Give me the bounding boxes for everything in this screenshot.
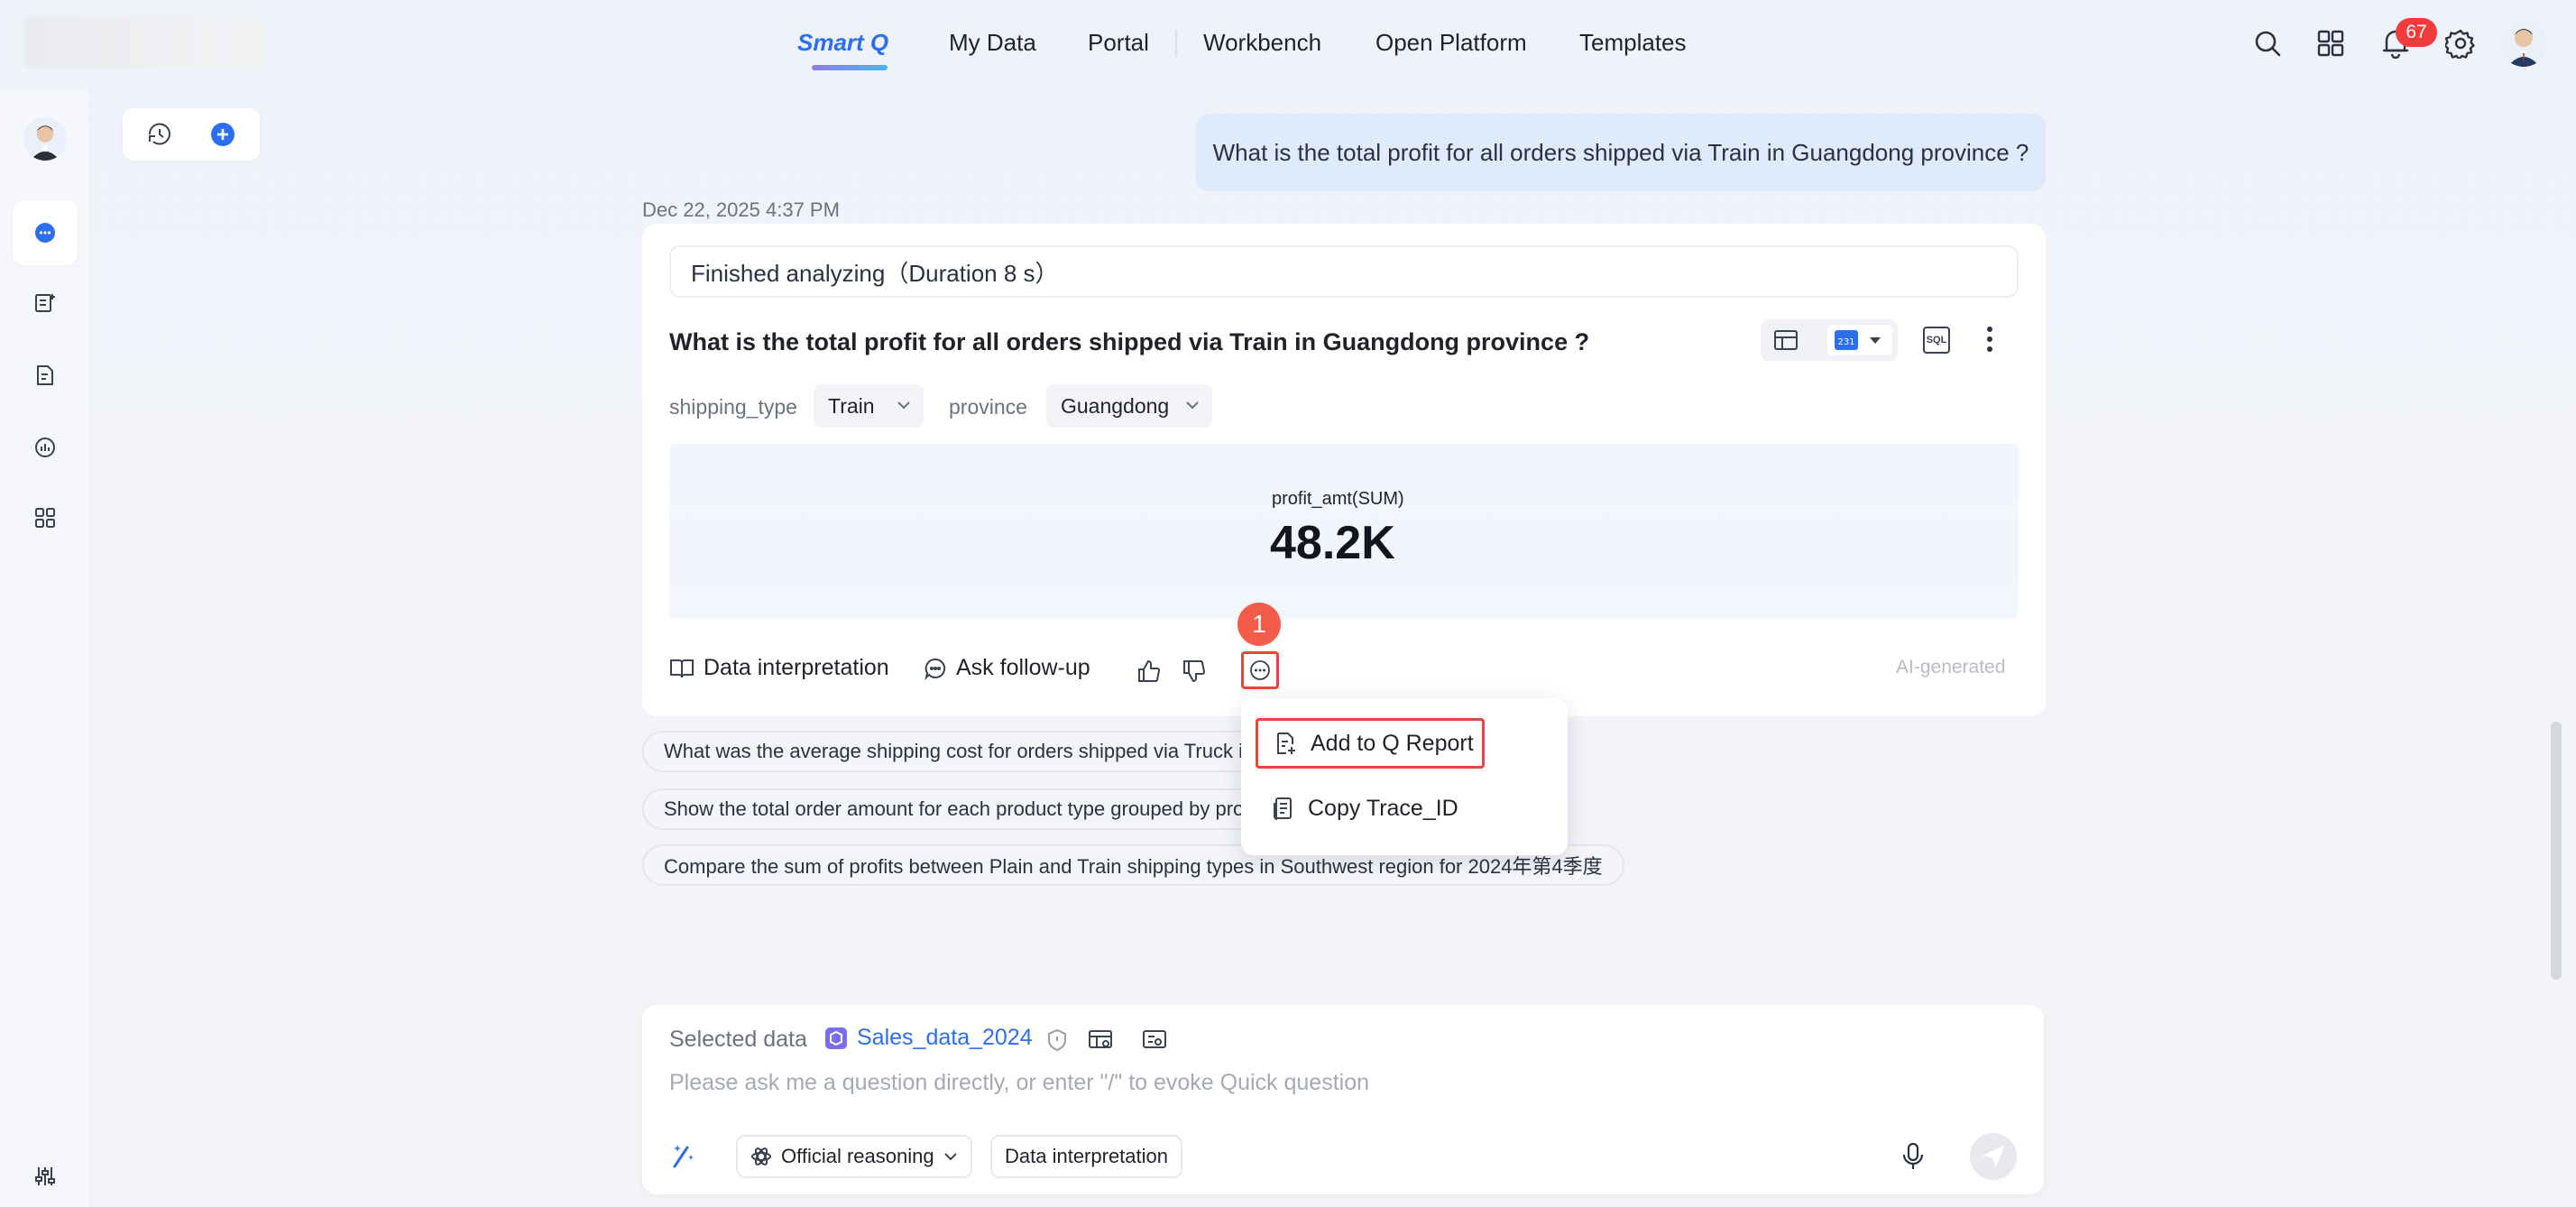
microphone-icon[interactable] xyxy=(1901,1142,1925,1175)
kpi-view-button[interactable]: 231 xyxy=(1827,325,1892,355)
more-vertical-icon[interactable] xyxy=(1986,325,1993,358)
nav-portal[interactable]: Portal xyxy=(1088,29,1149,57)
chevron-down-icon xyxy=(1870,337,1881,344)
more-actions-menu: Add to Q Report Copy Trace_ID xyxy=(1241,698,1568,855)
chevron-down-icon xyxy=(943,1153,957,1161)
table-settings-icon[interactable] xyxy=(1088,1028,1113,1056)
chat-icon xyxy=(35,223,55,243)
nav-my-data[interactable]: My Data xyxy=(949,29,1036,57)
analytics-icon xyxy=(35,438,55,457)
view-switcher: 231 xyxy=(1761,319,1898,361)
sql-button[interactable]: SQL xyxy=(1923,327,1950,354)
filter-label-shipping-type: shipping_type xyxy=(669,395,797,419)
sliders-icon xyxy=(35,1167,55,1185)
sidebar-item-reports[interactable] xyxy=(13,271,78,336)
suggestion-chip[interactable]: Show the total order amount for each pro… xyxy=(642,788,1265,830)
step-marker-1: 1 xyxy=(1237,603,1281,646)
magic-wand-icon[interactable] xyxy=(669,1142,696,1174)
user-avatar[interactable] xyxy=(2500,20,2547,67)
top-navigation-bar: Smart Q My Data Portal Workbench Open Pl… xyxy=(0,0,2576,90)
sidebar-item-documents[interactable] xyxy=(13,343,78,408)
table-view-icon[interactable] xyxy=(1773,328,1799,356)
thumbs-up-icon[interactable] xyxy=(1136,659,1162,688)
question-input[interactable]: Please ask me a question directly, or en… xyxy=(669,1070,1369,1096)
nav-templates[interactable]: Templates xyxy=(1579,29,1687,57)
more-actions-button[interactable] xyxy=(1241,651,1279,689)
metric-label: profit_amt(SUM) xyxy=(1272,489,1404,509)
ask-followup-button[interactable]: Ask follow-up xyxy=(924,655,1090,681)
gear-icon[interactable] xyxy=(2441,23,2480,63)
left-sidebar xyxy=(0,90,90,1207)
brand-logo xyxy=(23,16,265,69)
sidebar-avatar[interactable] xyxy=(23,117,67,161)
filter-label-province: province xyxy=(949,395,1027,419)
action-label: Data interpretation xyxy=(704,655,889,680)
question-input-panel: Selected data Sales_data_2024 Please ask… xyxy=(642,1005,2044,1194)
ellipsis-icon xyxy=(1250,660,1270,680)
nav-separator xyxy=(1175,31,1177,56)
answer-title: What is the total profit for all orders … xyxy=(669,328,1590,355)
menu-copy-trace-id[interactable]: Copy Trace_ID xyxy=(1256,783,1548,834)
action-label: Ask follow-up xyxy=(956,655,1090,680)
kpi-metric-card: profit_amt(SUM) 48.2K xyxy=(669,444,2019,619)
svg-text:231: 231 xyxy=(1837,337,1854,347)
answer-card: Finished analyzing（Duration 8 s） What is… xyxy=(642,224,2046,716)
kpi-card-icon: 231 xyxy=(1835,330,1858,350)
send-icon xyxy=(1983,1146,2004,1167)
dataset-icon xyxy=(825,1027,847,1049)
trace-id-icon xyxy=(1274,797,1292,820)
sidebar-item-settings[interactable] xyxy=(13,1144,78,1207)
sidebar-item-analytics[interactable] xyxy=(13,415,78,480)
data-interpretation-toggle[interactable]: Data interpretation xyxy=(990,1135,1182,1178)
menu-item-label: Copy Trace_ID xyxy=(1308,795,1458,821)
search-icon[interactable] xyxy=(2248,23,2287,63)
dataset-name: Sales_data_2024 xyxy=(857,1025,1033,1050)
document-icon xyxy=(37,365,53,385)
analysis-status[interactable]: Finished analyzing（Duration 8 s） xyxy=(669,245,2019,298)
data-interpretation-button[interactable]: Data interpretation xyxy=(669,655,889,681)
new-chat-icon[interactable] xyxy=(209,121,236,152)
dataset-selector[interactable]: Sales_data_2024 xyxy=(824,1025,1033,1051)
book-icon xyxy=(670,659,694,677)
ai-generated-tag: AI-generated xyxy=(1896,657,2006,677)
send-button[interactable] xyxy=(1970,1133,2017,1180)
nav-smart-q[interactable]: Smart Q xyxy=(797,29,888,57)
notification-badge: 67 xyxy=(2396,18,2437,47)
menu-item-label: Add to Q Report xyxy=(1311,730,1474,756)
data-preview-icon[interactable] xyxy=(1142,1028,1167,1056)
apps-icon xyxy=(35,508,55,528)
filter-value: Guangdong xyxy=(1061,393,1170,418)
selected-data-label: Selected data xyxy=(669,1027,807,1052)
menu-add-to-q-report[interactable]: Add to Q Report xyxy=(1256,718,1485,769)
reasoning-label: Official reasoning xyxy=(781,1145,934,1167)
chat-bubble-icon xyxy=(925,658,946,680)
filter-shipping-type-select[interactable]: Train xyxy=(814,384,924,428)
atom-icon xyxy=(751,1147,771,1166)
chevron-down-icon xyxy=(1186,401,1199,410)
history-icon[interactable] xyxy=(146,121,173,152)
nav-workbench[interactable]: Workbench xyxy=(1203,29,1321,57)
apps-grid-icon[interactable] xyxy=(2311,23,2351,63)
nav-open-platform[interactable]: Open Platform xyxy=(1375,29,1527,57)
thumbs-down-icon[interactable] xyxy=(1182,659,1207,688)
page-scrollbar[interactable] xyxy=(2551,722,2562,980)
report-icon xyxy=(35,294,55,312)
sidebar-item-apps[interactable] xyxy=(13,485,78,550)
add-report-icon xyxy=(1277,732,1295,754)
filter-value: Train xyxy=(828,393,875,418)
message-timestamp: Dec 22, 2025 4:37 PM xyxy=(642,198,840,221)
metric-value: 48.2K xyxy=(1270,517,1395,569)
shield-icon[interactable] xyxy=(1046,1028,1068,1056)
conversation-toolbar xyxy=(123,108,260,161)
suggestion-chip[interactable]: What was the average shipping cost for o… xyxy=(642,731,1265,772)
chevron-down-icon xyxy=(897,401,910,410)
reasoning-mode-select[interactable]: Official reasoning xyxy=(736,1135,972,1178)
user-question-bubble: What is the total profit for all orders … xyxy=(1196,114,2046,191)
filter-province-select[interactable]: Guangdong xyxy=(1046,384,1212,428)
sidebar-item-chat[interactable] xyxy=(13,200,78,265)
nav-active-indicator xyxy=(812,65,888,70)
